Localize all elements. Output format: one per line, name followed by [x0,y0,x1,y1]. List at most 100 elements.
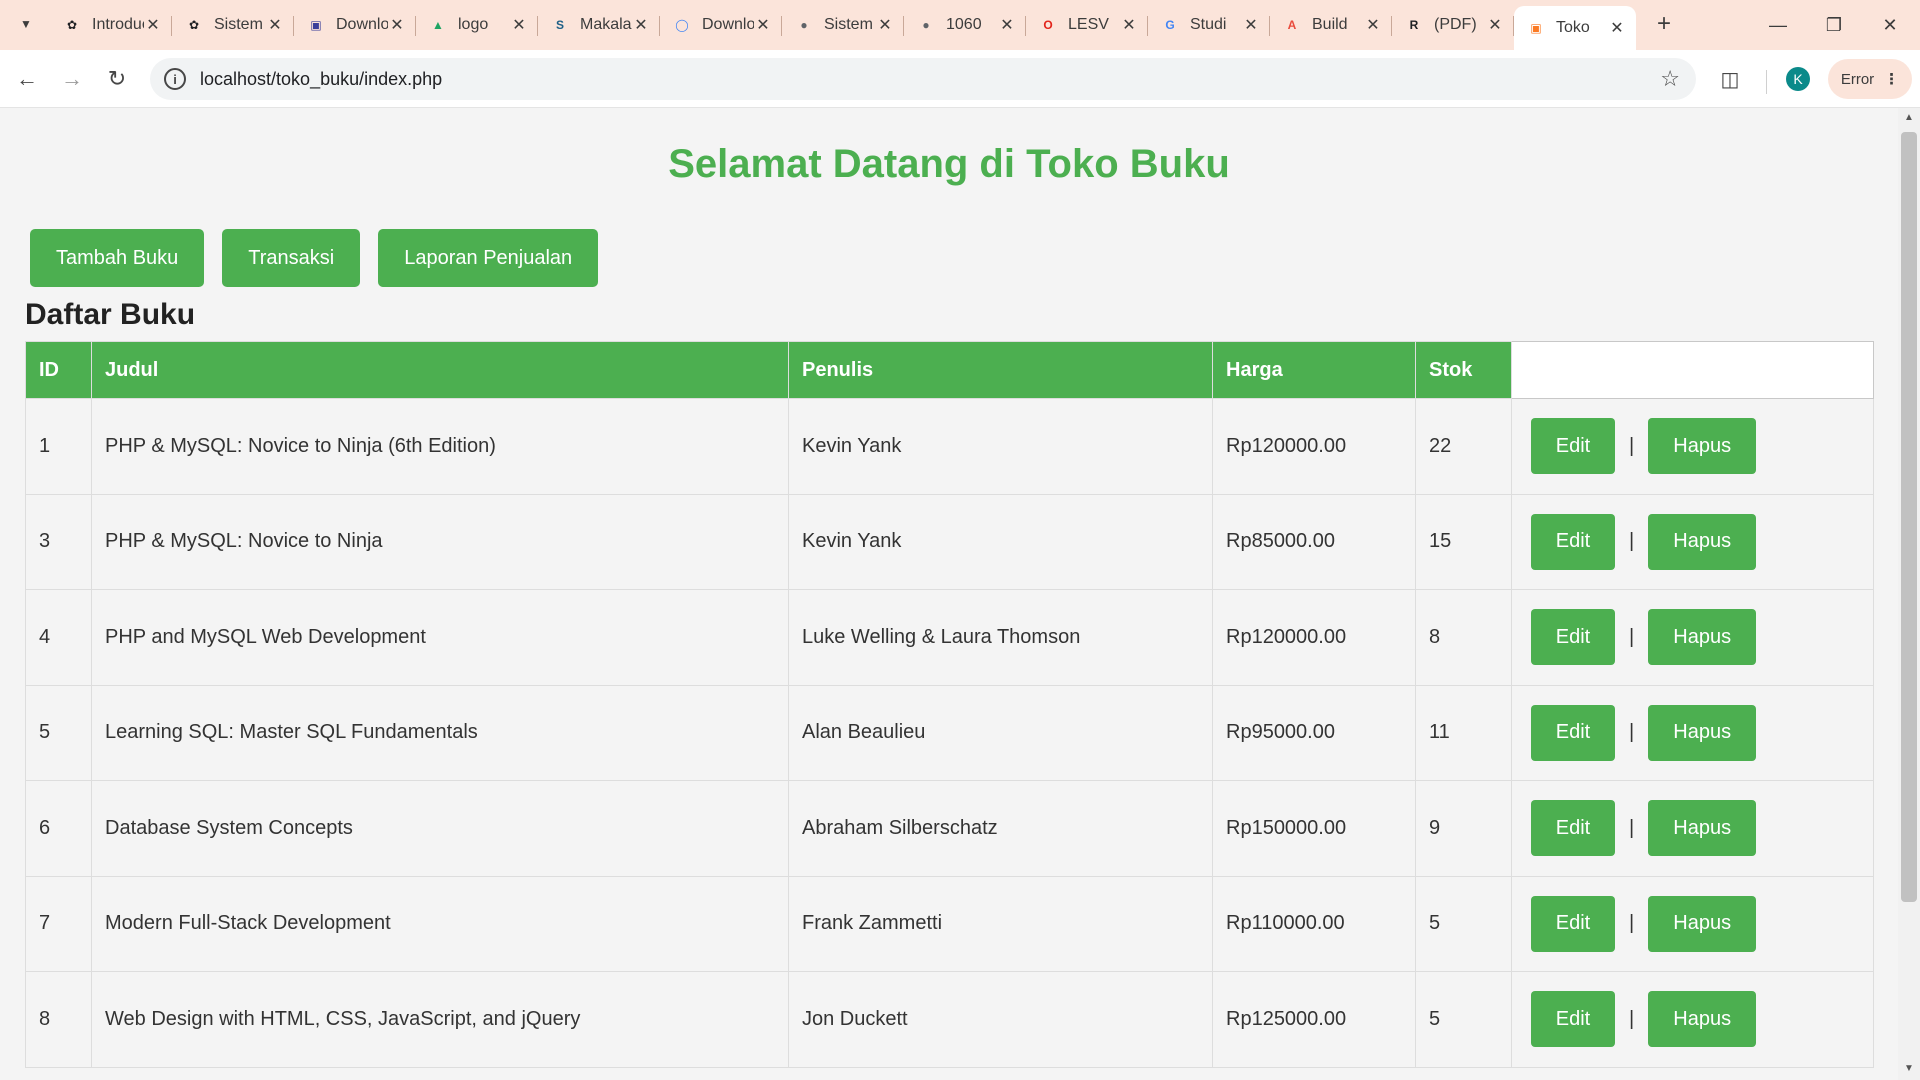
hapus-button[interactable]: Hapus [1648,991,1757,1048]
new-tab-button[interactable]: + [1650,10,1678,38]
cell-id: 6 [25,780,92,877]
section-title: Daftar Buku [25,298,196,331]
close-tab-icon[interactable]: ✕ [1608,18,1626,38]
openai-icon: ✿ [66,18,78,32]
cell-judul: Web Design with HTML, CSS, JavaScript, a… [91,971,789,1068]
cell-harga: Rp85000.00 [1212,493,1416,590]
close-tab-icon[interactable]: ✕ [144,15,162,35]
forward-button[interactable]: → [55,62,89,96]
close-tab-icon[interactable]: ✕ [388,15,406,35]
cell-penulis: Abraham Silberschatz [788,780,1213,877]
hapus-button[interactable]: Hapus [1648,609,1757,666]
close-tab-icon[interactable]: ✕ [1364,15,1382,35]
hapus-button[interactable]: Hapus [1648,704,1757,761]
close-tab-icon[interactable]: ✕ [632,15,650,35]
close-tab-icon[interactable]: ✕ [754,15,772,35]
browser-tab[interactable]: ▣ Toko ✕ [1514,6,1636,50]
bookmark-star-icon[interactable]: ☆ [1660,66,1680,92]
document-icon: ▣ [310,18,322,32]
tambah-buku-button[interactable]: Tambah Buku [30,229,205,287]
browser-tab[interactable]: ✿ Introduction✕ [50,6,172,44]
close-tab-icon[interactable]: ✕ [1120,15,1138,35]
cell-penulis: Frank Zammetti [788,875,1213,972]
laporan-penjualan-button[interactable]: Laporan Penjualan [378,229,599,287]
browser-tab[interactable]: ✿ Sistem ✕ [172,6,294,44]
cell-stok: 22 [1415,398,1512,495]
cell-judul: PHP and MySQL Web Development [91,589,789,686]
browser-tab[interactable]: ● Sistem ✕ [782,6,904,44]
restore-button[interactable]: ❐ [1806,0,1862,50]
minimize-button[interactable]: — [1750,0,1806,50]
cell-id: 4 [25,589,92,686]
edit-button[interactable]: Edit [1531,704,1615,761]
profile-avatar[interactable]: K [1786,67,1810,91]
close-tab-icon[interactable]: ✕ [510,15,528,35]
site-info-icon[interactable]: i [164,68,186,90]
cell-id: 3 [25,493,92,590]
edit-button[interactable]: Edit [1531,418,1615,475]
error-menu-button[interactable]: Error ⋮ [1828,59,1912,99]
table-row: 3 PHP & MySQL: Novice to Ninja Kevin Yank R… [25,493,1874,590]
back-button[interactable]: ← [10,62,44,96]
edit-button[interactable]: Edit [1531,991,1615,1048]
scrollbar-thumb[interactable] [1901,132,1917,902]
close-tab-icon[interactable]: ✕ [266,15,284,35]
edit-button[interactable]: Edit [1531,895,1615,952]
tab-title: Download [702,16,754,33]
column-header-actions [1511,341,1874,399]
close-tab-icon[interactable]: ✕ [998,15,1016,35]
column-header-stok: Stok [1415,341,1512,399]
cell-harga: Rp150000.00 [1212,780,1416,877]
openai-icon: ✿ [188,18,200,32]
close-tab-icon[interactable]: ✕ [1242,15,1260,35]
transaksi-button[interactable]: Transaksi [222,229,361,287]
scroll-down-icon[interactable]: ▼ [1904,1063,1914,1074]
browser-tab-strip: ▼ ✿Introduction✕✿Sistem✕▣Download✕▲logo✕… [0,0,1920,50]
edit-button[interactable]: Edit [1531,609,1615,666]
hapus-button[interactable]: Hapus [1648,800,1757,857]
browser-tab[interactable]: ▣ Download✕ [294,6,416,44]
browser-tab[interactable]: R (PDF) ✕ [1392,6,1514,44]
browser-tab[interactable]: ▲ logo ✕ [416,6,538,44]
browser-tab[interactable]: ● 1060 ✕ [904,6,1026,44]
tab-title: Makalah [580,16,632,33]
nav-button-row: Tambah Buku Transaksi Laporan Penjualan [30,229,599,287]
browser-tab[interactable]: O LESV ✕ [1026,6,1148,44]
extensions-button[interactable]: ◫ [1713,62,1747,96]
url-text[interactable]: localhost/toko_buku/index.php [200,69,442,90]
hapus-button[interactable]: Hapus [1648,418,1757,475]
close-tab-icon[interactable]: ✕ [876,15,894,35]
cell-stok: 11 [1415,684,1512,781]
edit-button[interactable]: Edit [1531,513,1615,570]
browser-tab[interactable]: G Studi ✕ [1148,6,1270,44]
cell-harga: Rp120000.00 [1212,589,1416,686]
browser-tab[interactable]: A Build ✕ [1270,6,1392,44]
tab-title: logo [458,16,489,33]
reload-icon: ↻ [107,66,127,91]
row-actions: Edit | Hapus [1525,991,1860,1048]
scroll-up-icon[interactable]: ▲ [1904,112,1914,123]
hapus-button[interactable]: Hapus [1648,895,1757,952]
column-header-judul: Judul [91,341,789,399]
cell-penulis: Alan Beaulieu [788,684,1213,781]
cell-stok: 15 [1415,493,1512,590]
close-tab-icon[interactable]: ✕ [1486,15,1504,35]
puzzle-icon: ◫ [1720,68,1740,91]
close-icon: ✕ [1882,14,1898,35]
arrow-right-icon: → [61,66,83,91]
edit-button[interactable]: Edit [1531,800,1615,857]
globe-icon: ● [922,18,930,32]
hapus-button[interactable]: Hapus [1648,513,1757,570]
browser-tab[interactable]: S Makalah✕ [538,6,660,44]
more-vert-icon: ⋮ [1884,71,1900,88]
page-scrollbar[interactable]: ▲ ▼ [1898,108,1920,1080]
tab-search-button[interactable]: ▼ [10,8,42,40]
address-bar[interactable]: i localhost/toko_buku/index.php ☆ [150,58,1696,100]
close-window-button[interactable]: ✕ [1862,0,1918,50]
error-label: Error [1840,70,1875,88]
cell-judul: PHP & MySQL: Novice to Ninja (6th Editio… [91,398,789,495]
cell-judul: Modern Full-Stack Development [91,875,789,972]
minimize-icon: — [1769,14,1787,35]
browser-tab[interactable]: ◯ Download✕ [660,6,782,44]
reload-button[interactable]: ↻ [100,62,134,96]
